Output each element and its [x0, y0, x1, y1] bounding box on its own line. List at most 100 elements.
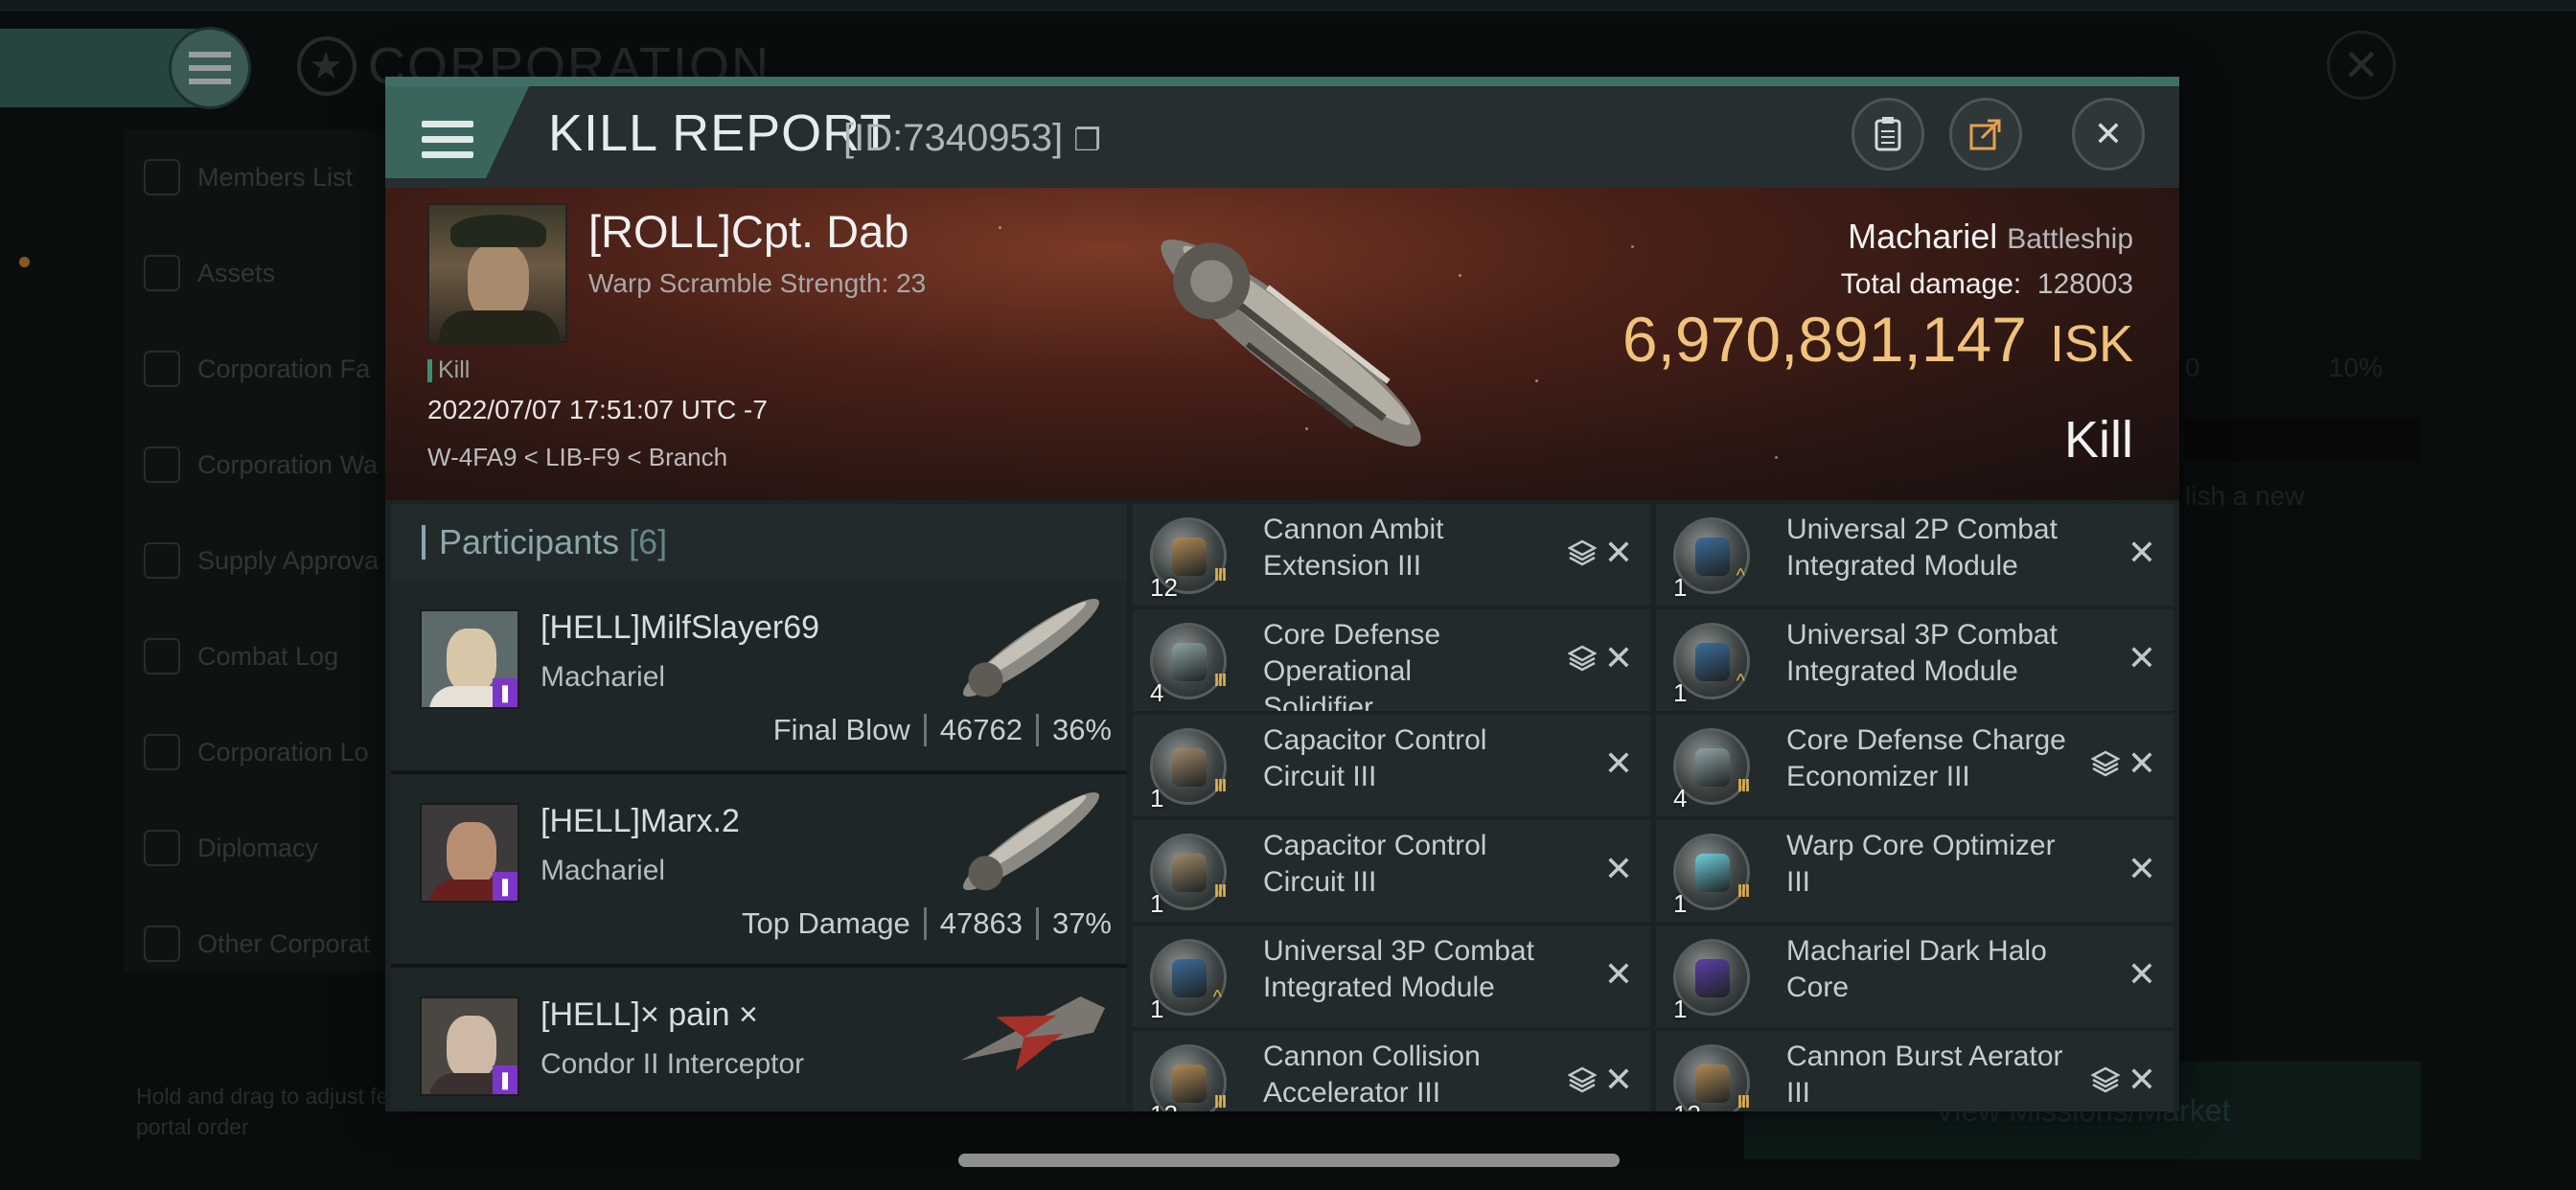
module-quantity: 1 [1150, 995, 1164, 1023]
participant-stats: Top Damage 47863 37% [741, 906, 1112, 940]
module-quantity: 1 [1673, 678, 1688, 707]
x-icon[interactable]: ✕ [1604, 744, 1633, 784]
x-icon[interactable]: ✕ [1604, 954, 1633, 995]
module-name: Cannon Ambit Extension III [1263, 514, 1444, 582]
victim-portrait[interactable] [427, 203, 567, 345]
ship-image [1161, 239, 1421, 447]
avatar: ❚ [420, 996, 519, 1096]
close-icon: ✕ [2093, 114, 2124, 153]
module-name: Core Defense Charge Economizer III [1786, 724, 2066, 792]
home-indicator[interactable] [958, 1154, 1620, 1167]
avatar: ❚ [420, 609, 519, 709]
participant-stats: Final Blow 46762 36% [772, 713, 1112, 746]
kill-tag: Kill [427, 356, 470, 384]
module-item[interactable]: III 12 Cannon Ambit Extension III ✕ [1133, 504, 1650, 606]
layers-icon[interactable] [1567, 1065, 1598, 1102]
module-item[interactable]: III 4 Core Defense Charge Economizer III ✕ [1656, 715, 2174, 816]
tier-icon: III [1213, 881, 1227, 901]
x-icon[interactable]: ✕ [1604, 1060, 1633, 1100]
module-item[interactable]: III 12 Cannon Burst Aerator III ✕ [1656, 1031, 2174, 1111]
tier-icon: III [1213, 671, 1227, 690]
module-item[interactable]: III 1 Capacitor Control Circuit III ✕ [1133, 715, 1650, 816]
x-icon[interactable]: ✕ [2128, 638, 2156, 678]
x-icon[interactable]: ✕ [2128, 744, 2156, 784]
module-name: Cannon Burst Aerator III [1786, 1041, 2063, 1109]
module-name: Capacitor Control Circuit III [1263, 830, 1487, 898]
ship-image [962, 791, 1100, 891]
module-name: Machariel Dark Halo Core [1786, 935, 2047, 1003]
victim-name[interactable]: [ROLL]Cpt. Dab [588, 205, 908, 258]
share-button[interactable] [1949, 98, 2022, 171]
module-item[interactable]: ^ 1 Universal 3P Combat Integrated Module ✕ [1656, 609, 2174, 711]
close-button[interactable]: ✕ [2072, 98, 2145, 171]
avatar: ❚ [420, 803, 519, 903]
module-item[interactable]: III 1 Capacitor Control Circuit III ✕ [1133, 820, 1650, 922]
report-id: [ID:7340953] ❐ [843, 117, 1101, 159]
module-quantity: 12 [1150, 573, 1178, 602]
tier-icon: ^ [1212, 987, 1222, 1008]
module-quantity: 12 [1150, 1100, 1178, 1111]
x-icon[interactable]: ✕ [2128, 849, 2156, 889]
module-name: Capacitor Control Circuit III [1263, 724, 1487, 792]
module-quantity: 1 [1673, 889, 1688, 918]
participant-name: [HELL]MilfSlayer69 [540, 609, 820, 646]
participant-row[interactable]: ❚ [HELL]MilfSlayer69 Machariel Final Blo… [391, 581, 1127, 774]
bookmark-icon: ❚ [493, 678, 518, 707]
layers-icon[interactable] [2090, 1065, 2121, 1102]
module-name: Universal 3P Combat Integrated Module [1263, 935, 1534, 1003]
warp-scramble-strength: Warp Scramble Strength: 23 [588, 268, 927, 298]
module-name: Universal 3P Combat Integrated Module [1786, 619, 2058, 687]
tier-icon: III [1736, 776, 1750, 795]
module-item[interactable]: III 12 Cannon Collision Accelerator III ✕ [1133, 1031, 1650, 1111]
module-name: Core Defense Operational Solidifier... [1263, 619, 1441, 711]
participant-name: [HELL]Marx.2 [540, 803, 740, 839]
module-quantity: 1 [1673, 995, 1688, 1023]
victim-ship: Machariel Battleship [1848, 217, 2133, 256]
tier-icon: ^ [1736, 565, 1745, 586]
x-icon[interactable]: ✕ [1604, 533, 1633, 573]
participant-ship: Condor II Interceptor [540, 1048, 805, 1080]
module-item[interactable]: ^ 1 Universal 2P Combat Integrated Module ✕ [1656, 504, 2174, 606]
clipboard-icon [1874, 117, 1901, 151]
module-quantity: 4 [1150, 678, 1164, 707]
kill-location[interactable]: W-4FA9 < LIB-F9 < Branch [427, 443, 727, 472]
layers-icon[interactable] [1567, 644, 1598, 680]
module-item[interactable]: III 1 Warp Core Optimizer III ✕ [1656, 820, 2174, 922]
module-item[interactable]: III 4 Core Defense Operational Solidifier.… [1133, 609, 1650, 711]
hamburger-icon [422, 121, 473, 167]
module-quantity: 1 [1150, 889, 1164, 918]
participant-row[interactable]: ❚ [HELL]Marx.2 Machariel Top Damage 4786… [391, 774, 1127, 968]
isk-value: 6,970,891,147 ISK [1622, 304, 2133, 375]
copy-icon[interactable]: ❐ [1073, 123, 1101, 157]
share-icon [1969, 119, 2001, 150]
participant-row[interactable]: ❚ [HELL]× pain × Condor II Interceptor [391, 968, 1127, 1111]
x-icon[interactable]: ✕ [2128, 1060, 2156, 1100]
module-name: Universal 2P Combat Integrated Module [1786, 514, 2058, 582]
module-item[interactable]: 1 Machariel Dark Halo Core ✕ [1656, 926, 2174, 1027]
participants-panel: Participants [6] ❚ [HELL]MilfSlayer69 Ma… [391, 504, 1127, 1111]
layers-icon[interactable] [1567, 538, 1598, 575]
tier-icon: III [1213, 565, 1227, 584]
participant-name: [HELL]× pain × [540, 996, 758, 1033]
clipboard-button[interactable] [1852, 98, 1924, 171]
module-item[interactable]: ^ 1 Universal 3P Combat Integrated Module ✕ [1133, 926, 1650, 1027]
tier-icon: III [1736, 1092, 1750, 1111]
ship-image [960, 996, 1106, 1071]
window-title: KILL REPORT [548, 104, 893, 162]
bookmark-icon: ❚ [493, 872, 518, 901]
bookmark-icon: ❚ [493, 1065, 518, 1094]
ship-image [962, 598, 1100, 698]
participant-ship: Machariel [540, 855, 666, 886]
layers-icon[interactable] [2090, 749, 2121, 786]
x-icon[interactable]: ✕ [1604, 638, 1633, 678]
x-icon[interactable]: ✕ [2128, 533, 2156, 573]
total-damage: Total damage: 128003 [1840, 268, 2133, 300]
result-label: Kill [2063, 411, 2133, 469]
tier-icon: III [1736, 881, 1750, 901]
module-quantity: 4 [1673, 784, 1688, 812]
window-accent-bar [385, 77, 2179, 86]
tier-icon: ^ [1736, 671, 1745, 692]
x-icon[interactable]: ✕ [1604, 849, 1633, 889]
x-icon[interactable]: ✕ [2128, 954, 2156, 995]
module-name: Cannon Collision Accelerator III [1263, 1041, 1481, 1109]
